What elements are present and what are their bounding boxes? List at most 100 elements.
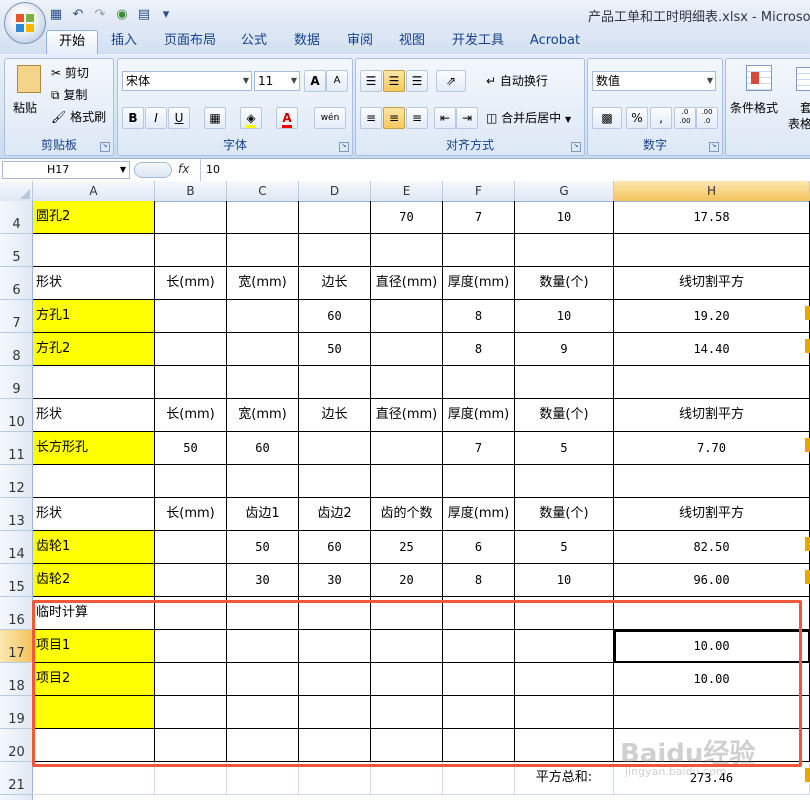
- alignment-launcher-icon[interactable]: ↘: [571, 142, 581, 152]
- cell-c10[interactable]: 宽(mm): [227, 399, 299, 432]
- cell-d15[interactable]: 30: [299, 564, 371, 597]
- cell-f20[interactable]: [443, 729, 515, 762]
- align-center-button[interactable]: ≡: [383, 107, 405, 129]
- cell-f16[interactable]: [443, 597, 515, 630]
- cell-d16[interactable]: [299, 597, 371, 630]
- cell-g5[interactable]: [515, 234, 614, 267]
- cell-e19[interactable]: [371, 696, 443, 729]
- cell-g11[interactable]: 5: [515, 432, 614, 465]
- column-header-h[interactable]: H: [614, 181, 810, 201]
- cell-b15[interactable]: [155, 564, 227, 597]
- cell-g20[interactable]: [515, 729, 614, 762]
- cell-e18[interactable]: [371, 663, 443, 696]
- cell-f7[interactable]: 8: [443, 300, 515, 333]
- cell-b12[interactable]: [155, 465, 227, 498]
- cell-f10[interactable]: 厚度(mm): [443, 399, 515, 432]
- copy-button[interactable]: ⧉ 复制: [51, 85, 87, 105]
- cell-e15[interactable]: 20: [371, 564, 443, 597]
- tab-insert[interactable]: 插入: [100, 30, 148, 54]
- cell-c16[interactable]: [227, 597, 299, 630]
- cell-a15[interactable]: 齿轮2: [33, 564, 155, 597]
- cell-e6[interactable]: 直径(mm): [371, 267, 443, 300]
- cell-d11[interactable]: [299, 432, 371, 465]
- merge-center-button[interactable]: ◫ 合并后居中 ▼: [486, 108, 571, 128]
- tab-data[interactable]: 数据: [285, 30, 329, 54]
- cell-c9[interactable]: [227, 366, 299, 399]
- cell-c11[interactable]: 60: [227, 432, 299, 465]
- row-header-12[interactable]: 12: [0, 465, 33, 498]
- font-color-button[interactable]: A: [276, 107, 298, 129]
- tab-acrobat[interactable]: Acrobat: [522, 30, 588, 54]
- cell-b16[interactable]: [155, 597, 227, 630]
- cell-a10[interactable]: 形状: [33, 399, 155, 432]
- cell-e13[interactable]: 齿的个数: [371, 498, 443, 531]
- cell-e11[interactable]: [371, 432, 443, 465]
- cell-e17[interactable]: [371, 630, 443, 663]
- cell-f9[interactable]: [443, 366, 515, 399]
- number-format-select[interactable]: 数值 ▼: [592, 71, 716, 91]
- cell-c13[interactable]: 齿边1: [227, 498, 299, 531]
- increase-decimal-button[interactable]: .0 .00: [674, 107, 696, 129]
- cell-h17[interactable]: 10.00: [614, 630, 810, 663]
- cell-h19[interactable]: [614, 696, 810, 729]
- column-header-e[interactable]: E: [371, 181, 443, 201]
- cell-h11[interactable]: 7.70: [614, 432, 810, 465]
- cell-b14[interactable]: [155, 531, 227, 564]
- cell-a18[interactable]: 项目2: [33, 663, 155, 696]
- column-header-d[interactable]: D: [299, 181, 371, 201]
- cell-d9[interactable]: [299, 366, 371, 399]
- cell-a5[interactable]: [33, 234, 155, 267]
- cell-a4[interactable]: 圆孔2: [33, 201, 155, 234]
- cell-d17[interactable]: [299, 630, 371, 663]
- cell-h16[interactable]: [614, 597, 810, 630]
- cell-g10[interactable]: 数量(个): [515, 399, 614, 432]
- row-header-18[interactable]: 18: [0, 663, 33, 696]
- insert-function-button[interactable]: fx: [178, 162, 189, 176]
- redo-icon[interactable]: ↷: [92, 7, 108, 23]
- cell-a21[interactable]: [33, 762, 155, 795]
- column-header-a[interactable]: A: [33, 181, 155, 201]
- shrink-font-button[interactable]: A: [326, 70, 348, 92]
- cell-g6[interactable]: 数量(个): [515, 267, 614, 300]
- cell-d19[interactable]: [299, 696, 371, 729]
- cell-d8[interactable]: 50: [299, 333, 371, 366]
- decrease-decimal-button[interactable]: .00 .0: [696, 107, 718, 129]
- cell-d14[interactable]: 60: [299, 531, 371, 564]
- row-header-8[interactable]: 8: [0, 333, 33, 366]
- borders-button[interactable]: ▦: [204, 107, 226, 129]
- save-icon[interactable]: ▦: [48, 7, 64, 23]
- font-name-select[interactable]: 宋体 ▼: [122, 71, 252, 91]
- column-header-b[interactable]: B: [155, 181, 227, 201]
- cell-a16[interactable]: 临时计算: [33, 597, 155, 630]
- cell-f17[interactable]: [443, 630, 515, 663]
- cell-g12[interactable]: [515, 465, 614, 498]
- cell-a11[interactable]: 长方形孔: [33, 432, 155, 465]
- cell-d4[interactable]: [299, 201, 371, 234]
- cell-e21[interactable]: [371, 762, 443, 795]
- format-icon[interactable]: ▤: [136, 7, 152, 23]
- row-header-10[interactable]: 10: [0, 399, 33, 432]
- cell-d5[interactable]: [299, 234, 371, 267]
- cell-d13[interactable]: 齿边2: [299, 498, 371, 531]
- cell-a20[interactable]: [33, 729, 155, 762]
- tab-page-layout[interactable]: 页面布局: [155, 30, 225, 54]
- cell-b7[interactable]: [155, 300, 227, 333]
- dropdown-icon[interactable]: ▾: [158, 7, 174, 23]
- cell-g21[interactable]: 平方总和:: [515, 762, 614, 795]
- conditional-format-button[interactable]: 条件格式: [730, 63, 786, 123]
- cell-e9[interactable]: [371, 366, 443, 399]
- comma-button[interactable]: ,: [650, 107, 672, 129]
- paste-button[interactable]: 粘贴: [11, 63, 45, 123]
- cell-f6[interactable]: 厚度(mm): [443, 267, 515, 300]
- row-header-19[interactable]: 19: [0, 696, 33, 729]
- cell-a8[interactable]: 方孔2: [33, 333, 155, 366]
- cell-h12[interactable]: [614, 465, 810, 498]
- clipboard-launcher-icon[interactable]: ↘: [100, 142, 110, 152]
- cell-f18[interactable]: [443, 663, 515, 696]
- cell-f21[interactable]: [443, 762, 515, 795]
- cell-a19[interactable]: [33, 696, 155, 729]
- cell-c15[interactable]: 30: [227, 564, 299, 597]
- cell-c7[interactable]: [227, 300, 299, 333]
- cell-c4[interactable]: [227, 201, 299, 234]
- cell-h5[interactable]: [614, 234, 810, 267]
